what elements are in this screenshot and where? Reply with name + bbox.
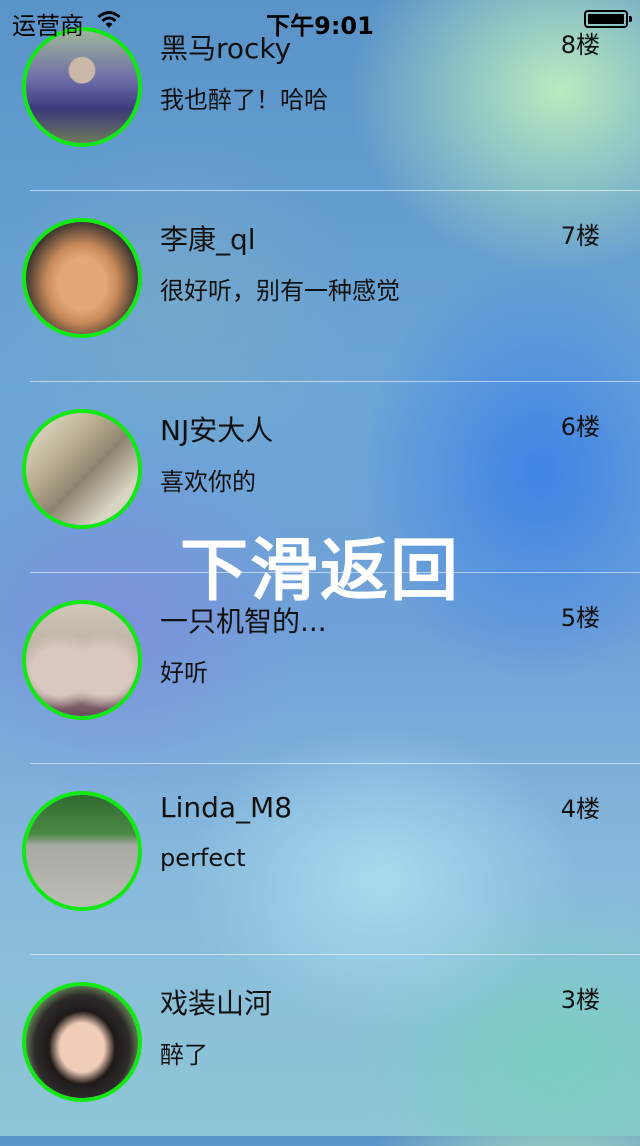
floor-number: 4楼 (560, 795, 600, 823)
avatar-photo (26, 795, 138, 907)
comment-text: 喜欢你的 (160, 468, 256, 496)
comment-text: 很好听，别有一种感觉 (160, 277, 400, 305)
comment-row[interactable]: Linda_M8 perfect 4楼 (0, 764, 640, 955)
battery-icon (584, 10, 632, 28)
commenter-name[interactable]: NJ安大人 (160, 409, 273, 449)
comment-text: 醉了 (160, 1041, 208, 1069)
avatar-photo (26, 222, 138, 334)
avatar-photo (26, 31, 138, 143)
avatar[interactable] (22, 791, 142, 911)
floor-number: 7楼 (560, 222, 600, 250)
avatar-photo (26, 413, 138, 525)
comment-row[interactable]: 李康_ql 很好听，别有一种感觉 7楼 (0, 191, 640, 382)
comment-text: 我也醉了！哈哈 (160, 86, 328, 114)
floor-number: 3楼 (560, 986, 600, 1014)
avatar[interactable] (22, 27, 142, 147)
floor-number: 6楼 (560, 413, 600, 441)
avatar-photo (26, 604, 138, 716)
commenter-name[interactable]: 李康_ql (160, 218, 256, 258)
avatar-photo (26, 986, 138, 1098)
comment-row[interactable]: 戏装山河 醉了 3楼 (0, 955, 640, 1146)
commenter-name[interactable]: Linda_M8 (160, 791, 292, 824)
comment-text: perfect (160, 844, 246, 872)
status-bar: 运营商 下午9:01 (0, 0, 640, 40)
comment-text: 好听 (160, 659, 208, 687)
commenter-name[interactable]: 戏装山河 (160, 982, 272, 1022)
avatar[interactable] (22, 600, 142, 720)
avatar[interactable] (22, 218, 142, 338)
swipe-down-hint: 下滑返回 (179, 532, 460, 611)
avatar[interactable] (22, 409, 142, 529)
avatar[interactable] (22, 982, 142, 1102)
clock: 下午9:01 (266, 12, 374, 40)
